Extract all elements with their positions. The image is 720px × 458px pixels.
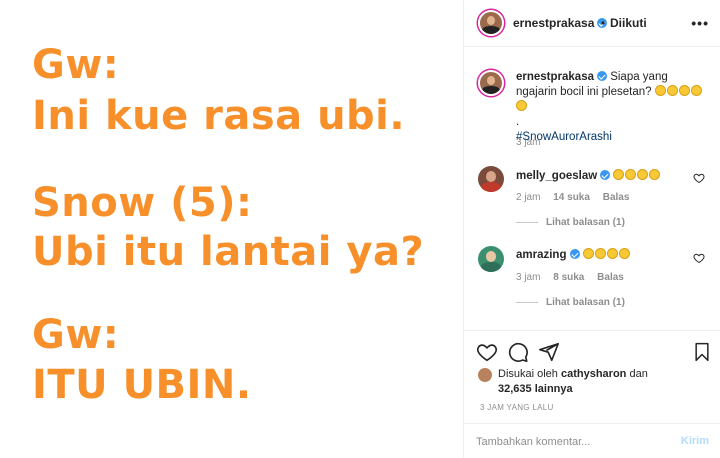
comment-meta: 2 jam 14 suka Balas: [516, 192, 639, 203]
likes-others-label[interactable]: lainnya: [535, 383, 573, 395]
post-text-line: Ubi itu lantai ya?: [32, 229, 425, 275]
verified-badge-icon: [569, 249, 580, 259]
unamused-emoji-icon: [678, 85, 690, 96]
laughing-emoji-icon: [582, 248, 594, 259]
unamused-emoji-icon: [516, 100, 527, 111]
likes-summary: Disukai oleh cathysharon dan 32,635 lain…: [498, 367, 698, 397]
comments-section[interactable]: ernestprakasa Siapa yang ngajarin bocil …: [464, 48, 720, 330]
post-comment-button[interactable]: Kirim: [681, 435, 709, 447]
comment-meta: 3 jam 8 suka Balas: [516, 272, 634, 283]
comment-likes[interactable]: 8 suka: [553, 272, 584, 283]
comment-input[interactable]: [476, 432, 666, 452]
avatar[interactable]: [478, 166, 504, 192]
post-text-line: Gw:: [32, 42, 120, 88]
comment-username[interactable]: amrazing: [516, 249, 567, 261]
like-heart-icon[interactable]: [476, 341, 498, 363]
post-image: Gw: Ini kue rasa ubi. Snow (5): Ubi itu …: [0, 0, 463, 458]
view-replies-label[interactable]: Lihat balasan (1): [546, 297, 625, 308]
post-actions: Disukai oleh cathysharon dan 32,635 lain…: [464, 330, 720, 458]
add-comment-bar: Kirim: [464, 423, 720, 458]
unamused-emoji-icon: [654, 85, 666, 96]
post-text-line: Ini kue rasa ubi.: [32, 93, 406, 139]
comment-timestamp: 2 jam: [516, 192, 541, 203]
caption-timestamp: 3 jam: [516, 137, 541, 148]
laughing-emoji-icon: [637, 169, 649, 180]
header-username[interactable]: ernestprakasa: [513, 16, 608, 30]
view-replies-button[interactable]: Lihat balasan (1): [516, 297, 625, 308]
save-bookmark-icon[interactable]: [692, 341, 712, 363]
like-comment-heart-icon[interactable]: [693, 252, 705, 264]
verified-badge-icon: [600, 170, 611, 180]
laughing-emoji-icon: [613, 169, 625, 180]
laughing-emoji-icon: [606, 248, 618, 259]
following-button[interactable]: Diikuti: [610, 16, 647, 30]
comment-likes[interactable]: 14 suka: [553, 192, 590, 203]
reply-button[interactable]: Balas: [603, 192, 630, 203]
caption-username[interactable]: ernestprakasa: [516, 71, 594, 83]
liked-by-and: dan: [629, 368, 648, 380]
avatar[interactable]: [478, 70, 504, 96]
view-replies-button[interactable]: Lihat balasan (1): [516, 217, 625, 228]
caption-time: 3 jam: [516, 137, 550, 148]
comment-timestamp: 3 jam: [516, 272, 541, 283]
avatar[interactable]: [478, 246, 504, 272]
likes-count[interactable]: 32,635: [498, 383, 532, 395]
avatar[interactable]: [478, 10, 504, 36]
laughing-emoji-icon: [594, 248, 606, 259]
reply-button[interactable]: Balas: [597, 272, 624, 283]
laughing-emoji-icon: [625, 169, 637, 180]
view-replies-label[interactable]: Lihat balasan (1): [546, 217, 625, 228]
post-timestamp[interactable]: 3 JAM YANG LALU: [480, 403, 554, 412]
laughing-emoji-icon: [618, 248, 630, 259]
like-comment-heart-icon[interactable]: [693, 172, 705, 184]
divider: [516, 221, 538, 223]
unamused-emoji-icon: [666, 85, 678, 96]
caption-dot: .: [516, 116, 520, 128]
laughing-emoji-icon: [649, 169, 661, 180]
post-text-line: ITU UBIN.: [32, 362, 252, 408]
comment-bubble-icon[interactable]: [507, 341, 529, 363]
liked-by-prefix: Disukai oleh: [498, 368, 558, 380]
post-header: ernestprakasa • Diikuti •••: [464, 0, 720, 47]
comment-body: amrazing: [516, 248, 631, 261]
comment-body: melly_goeslaw: [516, 169, 661, 182]
more-options-icon[interactable]: •••: [691, 15, 709, 31]
separator-dot: •: [601, 16, 606, 30]
post-side-panel: ernestprakasa • Diikuti ••• ernestprakas…: [463, 0, 720, 458]
post-text-line: Gw:: [32, 312, 120, 358]
unamused-emoji-icon: [690, 85, 702, 96]
verified-badge-icon: [597, 71, 607, 81]
caption: ernestprakasa Siapa yang ngajarin bocil …: [516, 70, 706, 145]
post-text-line: Snow (5):: [32, 180, 253, 226]
liked-by-user-link[interactable]: cathysharon: [561, 368, 626, 380]
share-paper-plane-icon[interactable]: [538, 341, 560, 363]
username-text[interactable]: ernestprakasa: [513, 16, 594, 30]
divider: [516, 301, 538, 303]
comment-username[interactable]: melly_goeslaw: [516, 170, 597, 182]
liker-avatar[interactable]: [478, 368, 492, 382]
